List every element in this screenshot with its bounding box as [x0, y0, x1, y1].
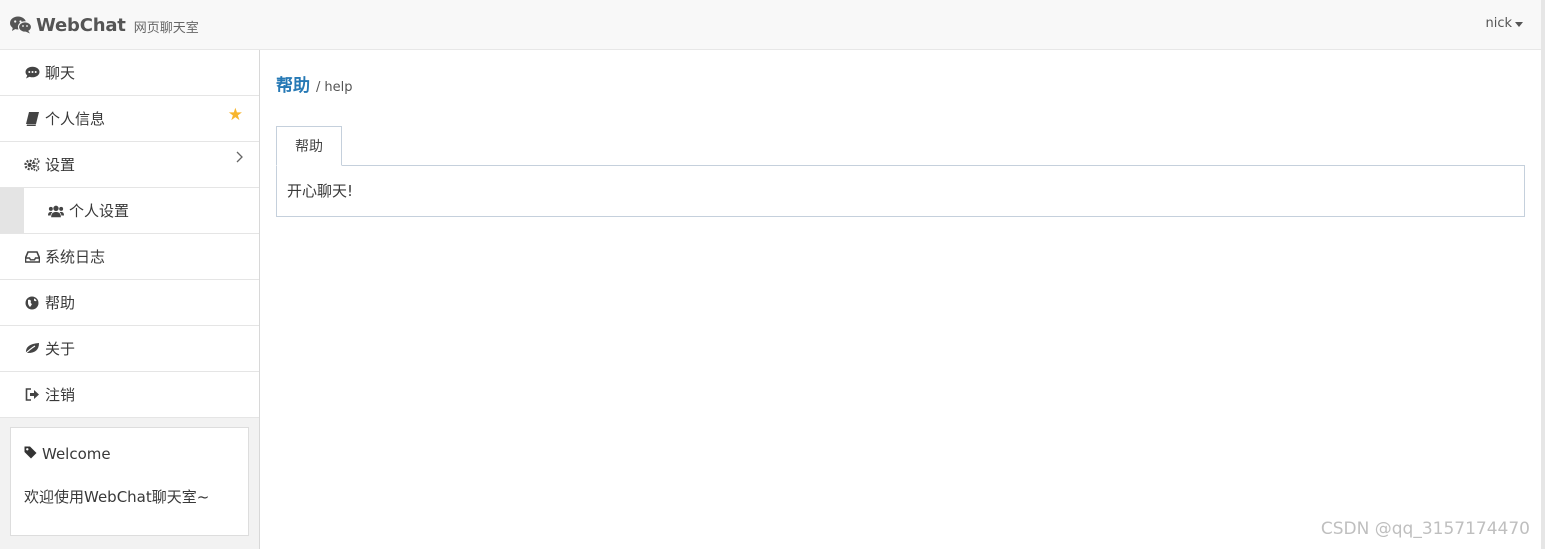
watermark: CSDN @qq_3157174470	[1320, 519, 1530, 539]
sidebar-item-label: 聊天	[45, 64, 76, 82]
leaf-icon	[24, 341, 40, 357]
scrollbar[interactable]	[1541, 0, 1545, 549]
page-header: 帮助 / help	[276, 71, 353, 96]
page-subtitle: help	[324, 80, 353, 95]
sign-out-icon	[24, 387, 40, 403]
tab-content: 开心聊天!	[276, 165, 1525, 217]
sidebar-item-label: 注销	[45, 386, 76, 404]
sidebar-item-system-log[interactable]: 系统日志	[0, 234, 259, 280]
user-name: nick	[1485, 16, 1512, 31]
users-icon	[48, 203, 64, 219]
brand-name: WebChat	[36, 14, 126, 36]
sidebar-item-label: 帮助	[45, 294, 76, 312]
tag-icon	[24, 445, 37, 463]
caret-down-icon	[1515, 21, 1523, 27]
user-menu[interactable]: nick	[1485, 16, 1523, 31]
welcome-title-text: Welcome	[42, 445, 111, 463]
inbox-icon	[24, 249, 40, 265]
sidebar-item-label: 个人设置	[69, 202, 130, 220]
page-title: 帮助	[276, 76, 310, 96]
sidebar-item-settings[interactable]: 设置	[0, 142, 259, 188]
book-icon	[24, 111, 40, 127]
chevron-right-icon	[235, 151, 243, 167]
sidebar-item-about[interactable]: 关于	[0, 326, 259, 372]
tab-help[interactable]: 帮助	[276, 126, 342, 166]
welcome-title: Welcome	[24, 445, 111, 463]
star-icon: ★	[227, 105, 243, 125]
welcome-text: 欢迎使用WebChat聊天室~	[24, 488, 210, 506]
globe-icon	[24, 295, 40, 311]
cogs-icon	[24, 157, 40, 173]
sidebar: 聊天 个人信息 ★ 设置 个人设置 系统日志 帮助 关于 注销 Welcome …	[0, 50, 260, 549]
sidebar-item-help[interactable]: 帮助	[0, 280, 259, 326]
main-content: 帮助 / help 帮助 开心聊天! CSDN @qq_3157174470	[260, 50, 1545, 549]
top-navbar: WebChat 网页聊天室 nick	[0, 0, 1545, 50]
sidebar-item-label: 系统日志	[45, 248, 106, 266]
sidebar-item-chat[interactable]: 聊天	[0, 50, 259, 96]
sidebar-item-label: 关于	[45, 340, 76, 358]
tab-content-text: 开心聊天!	[287, 182, 354, 200]
wechat-icon	[10, 16, 33, 34]
comment-icon	[24, 65, 40, 81]
sidebar-menu: 聊天 个人信息 ★ 设置 个人设置 系统日志 帮助 关于 注销	[0, 50, 259, 418]
page-title-separator: /	[316, 80, 321, 95]
sidebar-item-label: 设置	[45, 156, 76, 174]
sidebar-item-profile[interactable]: 个人信息 ★	[0, 96, 259, 142]
sidebar-item-personal-settings[interactable]: 个人设置	[0, 188, 259, 234]
sidebar-item-label: 个人信息	[45, 110, 106, 128]
sidebar-item-logout[interactable]: 注销	[0, 372, 259, 418]
brand-subtitle: 网页聊天室	[133, 21, 199, 36]
brand[interactable]: WebChat 网页聊天室	[10, 12, 199, 38]
welcome-panel: Welcome 欢迎使用WebChat聊天室~	[10, 427, 249, 536]
